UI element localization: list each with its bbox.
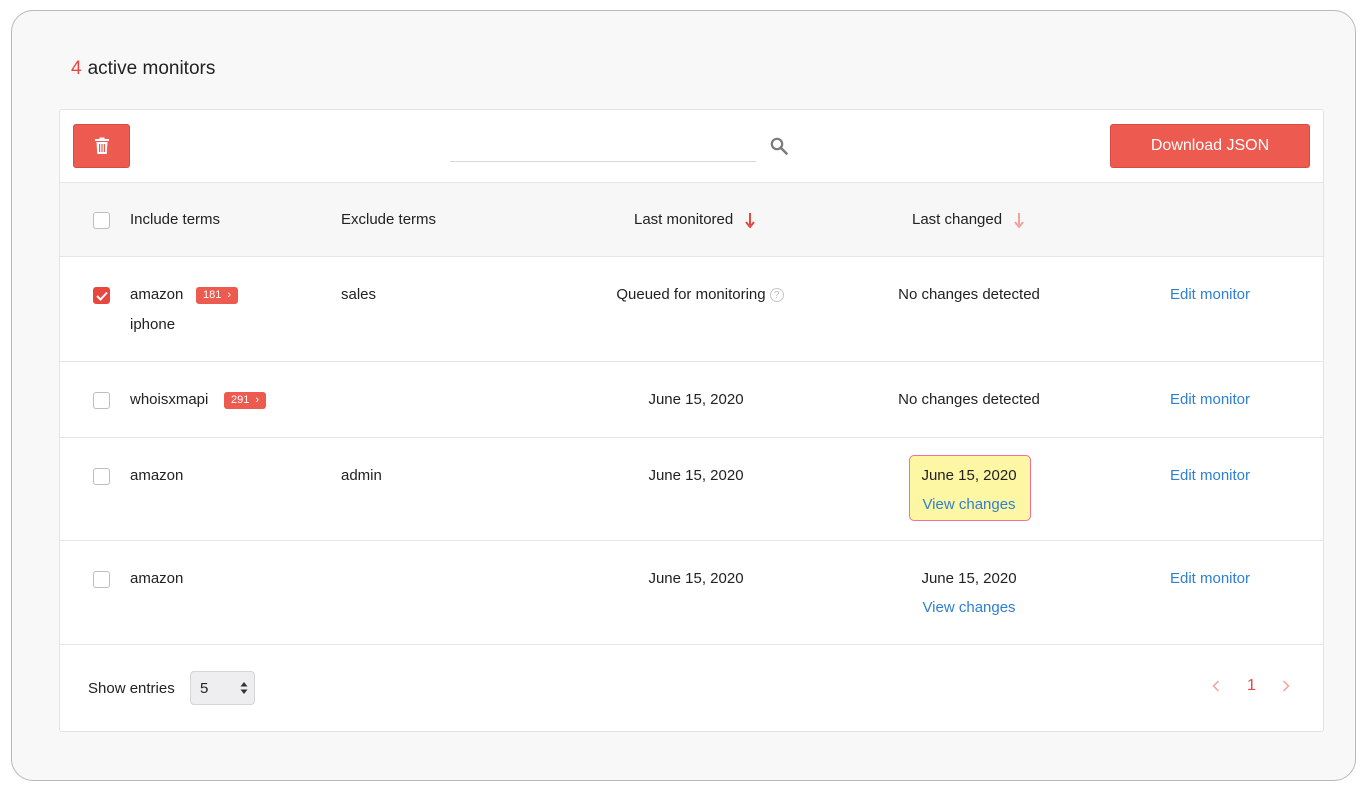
prev-page-button[interactable] — [1212, 679, 1220, 697]
entries-select[interactable]: 5 — [190, 671, 255, 705]
view-changes-link[interactable]: View changes — [869, 496, 1069, 513]
toolbar: Download JSON — [60, 110, 1323, 182]
table-row: amazon June 15, 2020 June 15, 2020 View … — [60, 541, 1323, 645]
header-last-monitored[interactable]: Last monitored — [634, 211, 756, 229]
chevron-left-icon — [1212, 680, 1220, 692]
view-changes-link[interactable]: View changes — [869, 599, 1069, 616]
sort-desc-icon — [1014, 213, 1025, 229]
last-changed: June 15, 2020 — [921, 570, 1017, 587]
row-checkbox[interactable] — [93, 287, 110, 304]
row-checkbox[interactable] — [93, 571, 110, 588]
last-monitored: June 15, 2020 — [648, 391, 744, 408]
page-number-current[interactable]: 1 — [1247, 677, 1256, 695]
last-monitored: June 15, 2020 — [648, 467, 744, 484]
table-row: amazon 181 › iphone sales Queued for mon… — [60, 257, 1323, 362]
select-all-checkbox[interactable] — [93, 212, 110, 229]
include-term: amazon — [130, 570, 184, 587]
chevron-right-icon — [1282, 680, 1290, 692]
last-monitored: Queued for monitoring? — [580, 286, 820, 303]
include-term: amazon — [130, 286, 184, 303]
last-monitored: June 15, 2020 — [648, 570, 744, 587]
exclude-term: admin — [341, 467, 382, 484]
edit-monitor-link[interactable]: Edit monitor — [1150, 467, 1270, 484]
checkmark-icon — [95, 291, 108, 301]
delete-button[interactable] — [73, 124, 130, 168]
badge-count: 291 — [231, 394, 250, 406]
trash-icon — [94, 137, 109, 154]
header-last-changed[interactable]: Last changed — [912, 211, 1025, 229]
table-row: whoisxmapi 291 › June 15, 2020 No change… — [60, 362, 1323, 438]
page-title: 4 active monitors — [71, 58, 215, 80]
include-term: amazon — [130, 467, 184, 484]
chevron-right-icon: › — [227, 289, 232, 301]
edit-monitor-link[interactable]: Edit monitor — [1150, 570, 1270, 587]
sort-desc-icon — [745, 213, 756, 229]
search-input[interactable] — [450, 130, 756, 162]
table-footer: Show entries 5 1 — [60, 645, 1323, 733]
header-last-changed-label: Last changed — [912, 211, 1003, 228]
help-icon[interactable]: ? — [769, 288, 784, 303]
include-term: whoisxmapi — [130, 391, 209, 408]
last-monitored-value: Queued for monitoring — [616, 286, 766, 303]
search-icon[interactable] — [770, 137, 788, 155]
exclude-term: sales — [341, 286, 377, 303]
edit-monitor-link[interactable]: Edit monitor — [1150, 391, 1270, 408]
table-header: Include terms Exclude terms Last monitor… — [60, 182, 1323, 257]
download-json-button[interactable]: Download JSON — [1110, 124, 1310, 168]
header-last-monitored-label: Last monitored — [634, 211, 734, 228]
result-count-badge[interactable]: 181 › — [196, 287, 239, 304]
row-checkbox[interactable] — [93, 468, 110, 485]
active-count: 4 — [71, 58, 82, 79]
last-changed: No changes detected — [898, 286, 1040, 303]
row-checkbox[interactable] — [93, 392, 110, 409]
monitors-table-card: Download JSON Include terms Exclude term… — [59, 109, 1324, 732]
edit-monitor-link[interactable]: Edit monitor — [1150, 286, 1270, 303]
active-label: active monitors — [87, 58, 216, 79]
select-arrows-icon — [240, 682, 248, 694]
header-include-terms: Include terms — [130, 211, 221, 228]
last-changed: No changes detected — [898, 391, 1040, 408]
header-exclude-terms: Exclude terms — [341, 211, 437, 228]
badge-count: 181 — [203, 289, 222, 301]
chevron-right-icon: › — [255, 394, 260, 406]
search-box — [450, 130, 795, 162]
entries-value: 5 — [200, 680, 209, 697]
last-changed: June 15, 2020 — [921, 467, 1017, 484]
result-count-badge[interactable]: 291 › — [224, 392, 267, 409]
include-term: iphone — [130, 316, 176, 333]
next-page-button[interactable] — [1282, 679, 1290, 697]
table-row: amazon admin June 15, 2020 June 15, 2020… — [60, 438, 1323, 541]
show-entries-label: Show entries — [88, 680, 175, 697]
